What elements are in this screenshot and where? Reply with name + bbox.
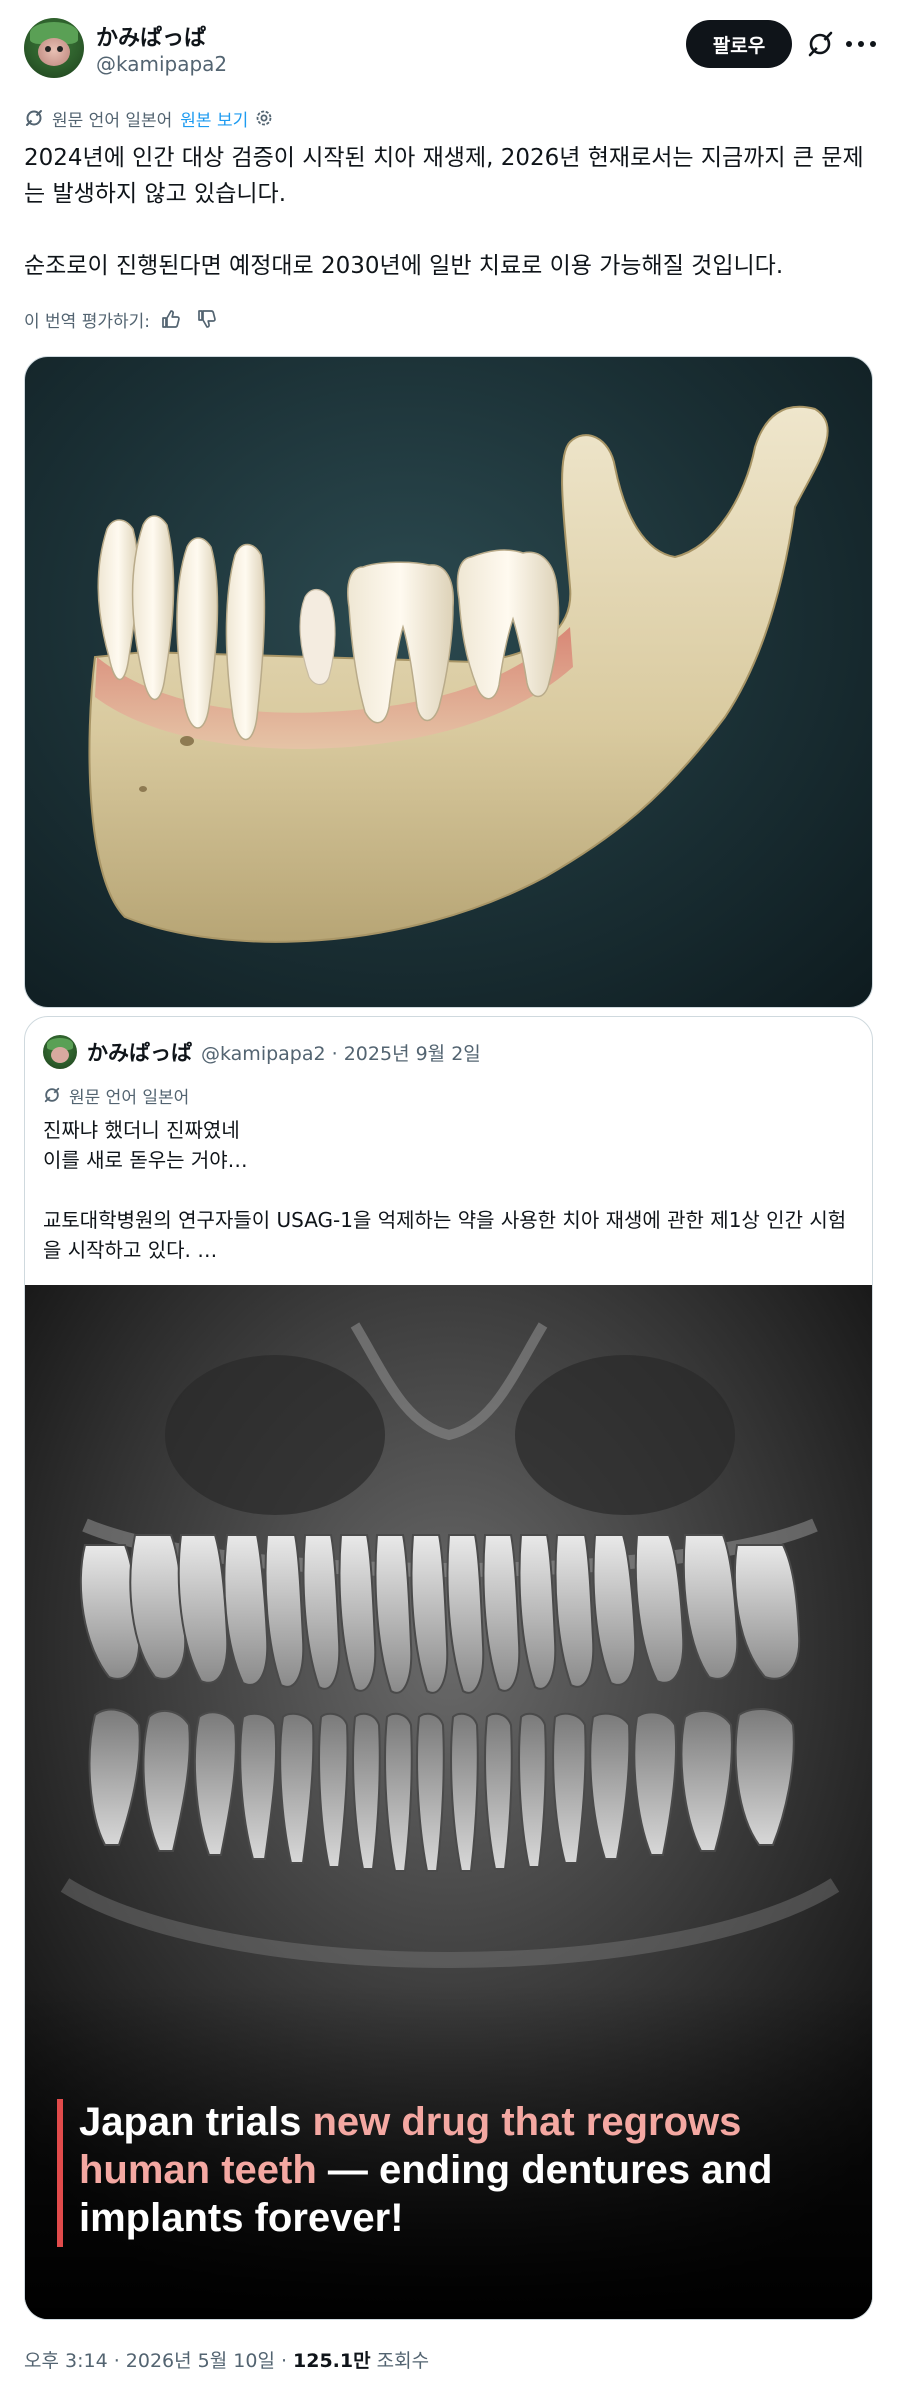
caption-accent-bar (57, 2099, 63, 2247)
author-display-name[interactable]: かみぱっぱ (96, 20, 206, 52)
avatar-face (38, 38, 70, 66)
follow-button[interactable]: 팔로우 (686, 20, 792, 68)
quote-line: 진짜냐 했더니 진짜였네 (43, 1118, 240, 1142)
quote-tweet-card[interactable]: かみぱっぱ @kamipapa2 · 2025년 9월 2일 원문 언어 일본어… (24, 1016, 873, 2320)
tweet-header: かみぱっぱ @kamipapa2 팔로우 (0, 0, 897, 100)
tweet-paragraph: 순조로이 진행된다면 예정대로 2030년에 일반 치료로 이용 가능해질 것입… (24, 253, 784, 279)
avatar-eye (57, 46, 63, 52)
views-label: 조회수 (376, 2349, 430, 2372)
author-handle[interactable]: @kamipapa2 (96, 52, 227, 76)
tweet-image[interactable] (24, 356, 873, 1008)
tweet-footer: 오후 3:14 · 2026년 5월 10일 · 125.1만 조회수 (24, 2344, 429, 2374)
dot (846, 41, 852, 47)
quote-translation-label: 원문 언어 일본어 (69, 1087, 190, 1108)
view-original-link[interactable]: 원본 보기 (180, 106, 248, 131)
dot (858, 41, 864, 47)
thumbs-down-icon[interactable] (196, 308, 218, 330)
rate-translation: 이 번역 평가하기: (24, 304, 218, 334)
caption-line: Japan trials new drug that regrows (79, 2099, 741, 2145)
caption-text: — ending dentures and (316, 2148, 773, 2192)
author-avatar[interactable] (24, 18, 84, 78)
caption-line: implants forever! (79, 2195, 404, 2241)
dot (870, 41, 876, 47)
tweet-paragraph: 2024년에 인간 대상 검증이 시작된 치아 재생제, 2026년 현재로서는… (24, 145, 864, 207)
quote-line: 교토대학병원의 연구자들이 USAG-1을 억제하는 약을 사용한 치아 재생에… (43, 1208, 847, 1262)
rate-translation-label: 이 번역 평가하기: (24, 311, 151, 332)
quote-author-meta[interactable]: @kamipapa2 · 2025년 9월 2일 (201, 1039, 481, 1066)
quote-author-avatar[interactable] (43, 1035, 77, 1069)
avatar-face (51, 1047, 69, 1063)
translation-bar: 원문 언어 일본어 원본 보기 (24, 104, 274, 132)
caption-text: implants forever! (79, 2196, 404, 2240)
caption-highlight: human teeth (79, 2148, 317, 2192)
avatar-eye (45, 46, 51, 52)
quote-line: 이를 새로 돋우는 거야… (43, 1148, 248, 1172)
jaw-illustration (88, 405, 829, 943)
more-icon[interactable] (846, 30, 876, 58)
translate-icon (26, 110, 42, 126)
views-count: 125.1만 (293, 2349, 371, 2372)
caption-highlight: new drug that regrows (312, 2100, 742, 2144)
tweet-timestamp[interactable]: 오후 3:14 · 2026년 5월 10일 · (24, 2346, 287, 2373)
grok-icon[interactable] (806, 30, 834, 58)
gear-icon[interactable] (254, 108, 274, 128)
quote-author-display-name[interactable]: かみぱっぱ (87, 1037, 192, 1067)
caption-text: Japan trials (79, 2100, 313, 2144)
thumbs-up-icon[interactable] (160, 308, 182, 330)
quote-tweet-image[interactable]: Japan trials new drug that regrows human… (25, 1285, 872, 2319)
tweet-text: 2024년에 인간 대상 검증이 시작된 치아 재생제, 2026년 현재로서는… (24, 140, 874, 284)
translate-icon (44, 1087, 60, 1103)
quote-tweet-text: 진짜냐 했더니 진짜였네 이를 새로 돋우는 거야… 교토대학병원의 연구자들이… (43, 1115, 855, 1265)
caption-line: human teeth — ending dentures and (79, 2147, 772, 2193)
translation-source-label: 원문 언어 일본어 (52, 110, 173, 131)
quote-translation-bar: 원문 언어 일본어 (43, 1083, 190, 1108)
